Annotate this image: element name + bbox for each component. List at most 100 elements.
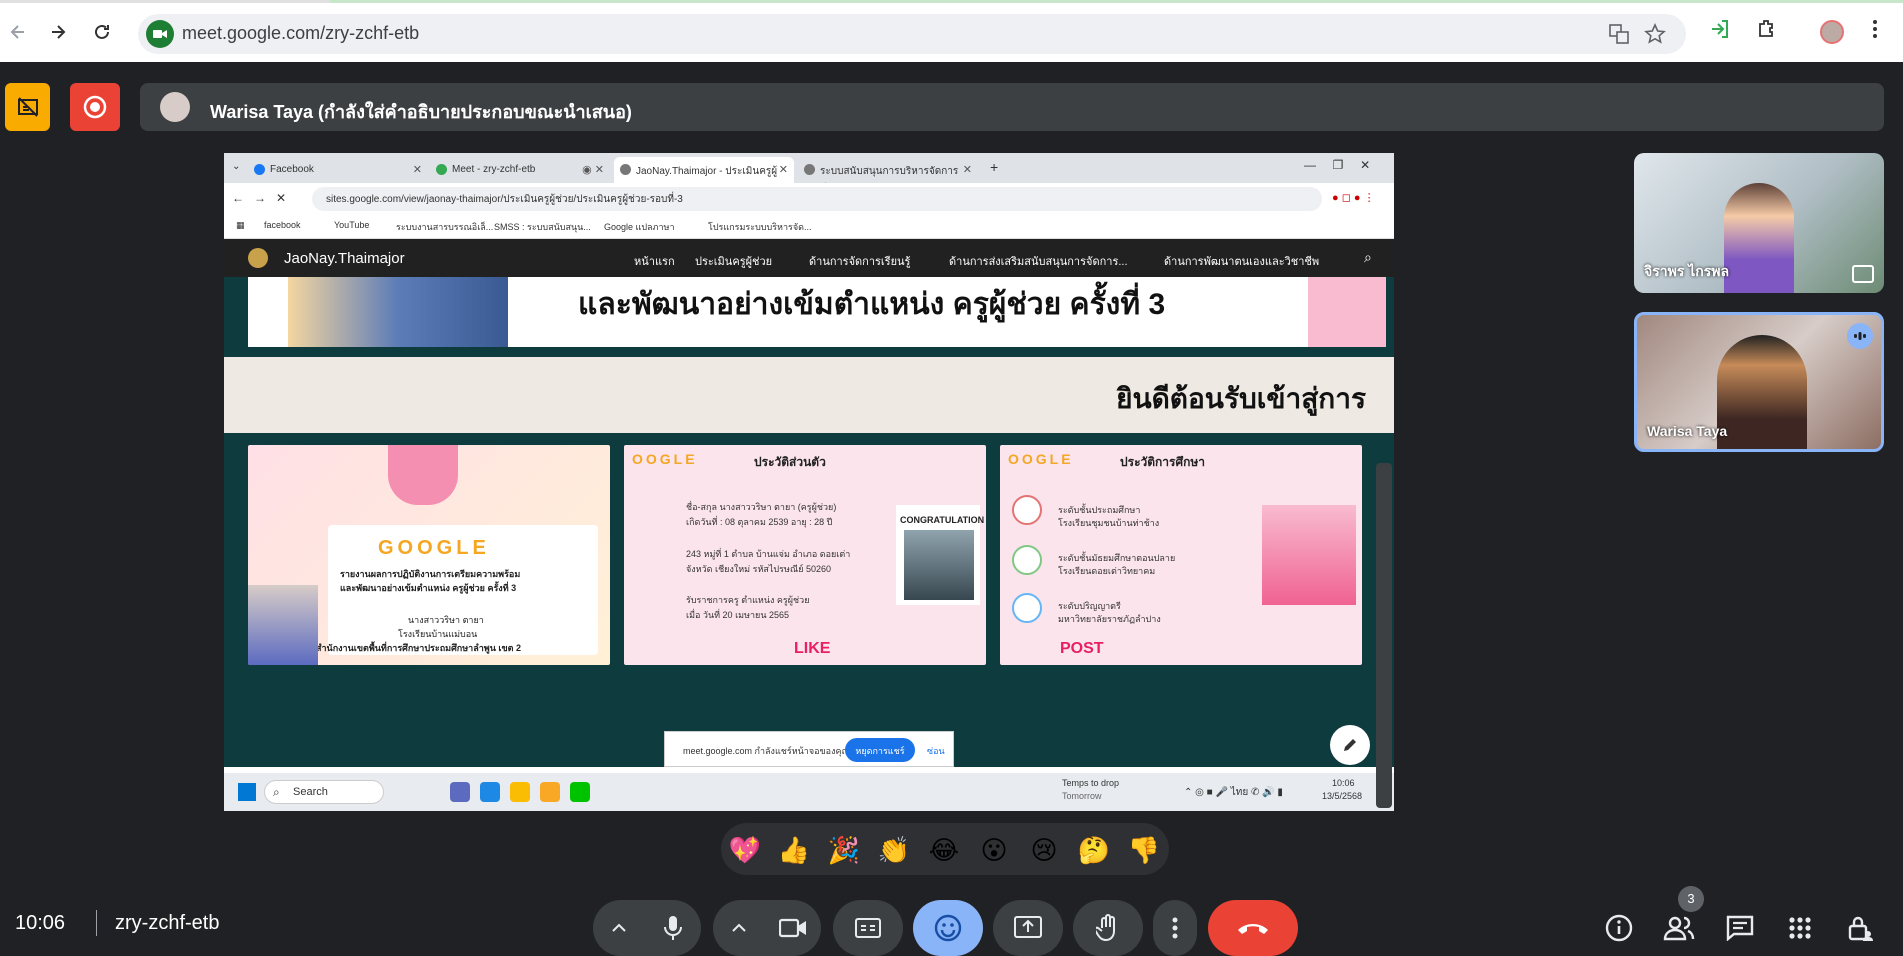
site-nav-item: หน้าแรก [634,256,675,268]
taskbar-line-icon [570,782,590,802]
pencil-icon [1344,739,1356,751]
lock-person-icon [1848,916,1873,941]
shared-tab-jaonay: JaoNay.Thaimajor - ประเมินครูผู้ ✕ [614,157,794,183]
participant-tile[interactable]: จิราพร ไกรพล [1634,153,1884,293]
cover-card: GOOGLE รายงานผลการปฏิบัติงานการเตรียมควา… [248,445,610,665]
host-controls-button[interactable] [1840,908,1880,948]
present-screen-button[interactable] [993,900,1063,956]
apps-grid-icon [1789,917,1811,939]
meeting-info-button[interactable] [1599,908,1639,948]
site-nav-item: ด้านการพัฒนาตนเองและวิชาชีพ [1164,256,1320,268]
education-line: มหาวิทยาลัยราชภัฏลำปาง [1058,614,1161,624]
participant-tile-speaking[interactable]: Warisa Taya [1634,312,1884,452]
meet-site-icon[interactable] [146,20,174,48]
record-icon [83,95,107,119]
recording-indicator-button[interactable] [70,83,120,131]
bookmark-star-icon[interactable] [1644,23,1666,45]
windows-taskbar: ⌕ Search Temps to drop Tomorrow ⌃ ◎ ■ 🎤 … [224,773,1394,811]
chat-button[interactable] [1720,908,1760,948]
reaction-sad[interactable]: 😢 [1024,835,1064,866]
translate-icon[interactable] [1608,23,1630,45]
reaction-clap[interactable]: 👏 [874,835,914,866]
shared-bookmarks-bar: ▦ facebook YouTube ระบบงานสารบรรณอิเล็..… [224,215,1394,239]
extensions-icon[interactable] [1755,18,1777,40]
banner-title: และพัฒนาอย่างเข้มตำแหน่ง ครูผู้ช่วย ครั้… [578,288,1166,321]
browser-menu-icon[interactable] [1872,18,1878,40]
signin-icon[interactable] [1708,18,1730,40]
shared-extension-icons: ● ◻ ● ⋮ [1332,192,1375,204]
more-options-button[interactable] [1153,900,1197,956]
forward-button[interactable] [40,14,76,50]
meeting-clock: 10:06 [15,912,66,934]
reaction-heart[interactable]: 💖 [725,835,765,866]
back-button[interactable] [0,14,36,50]
emoji-icon [934,914,962,942]
reaction-thinking[interactable]: 🤔 [1074,835,1114,866]
taskbar-date: 13/5/2568 [1322,791,1363,801]
bookmark: ระบบงานสารบรรณอิเล็... [396,222,494,232]
shared-address-row: ← → ✕ sites.google.com/view/jaonay-thaim… [224,183,1394,215]
captions-off-indicator-button[interactable] [5,83,50,131]
education-google-logo: OOGLE [1008,451,1074,467]
shared-tab-strip: ⌄ Facebook ✕ Meet - zry-zchf-etb ◉ ✕ JaoNa… [224,153,1394,192]
shared-nav-icons: ← → ✕ [232,191,287,205]
site-edit-pen-button [1330,725,1370,765]
microphone-button[interactable] [645,900,701,956]
education-line: ระดับชั้นมัธยมศึกษาตอนปลาย [1058,553,1176,563]
activities-button[interactable] [1780,908,1820,948]
reaction-laugh[interactable]: 😂 [924,835,964,866]
presenter-avatar [160,92,190,122]
participant-name: Warisa Taya [1647,423,1728,439]
post-sticker: POST [1060,640,1104,657]
captions-off-icon [17,97,38,117]
cover-photo [248,585,318,665]
welcome-text: ยินดีต้อนรับเข้าสู่การ [1116,383,1366,414]
toast-text: meet.google.com กำลังแชร์หน้าจอของคุณ [683,746,850,756]
hide-toast-link: ซ่อน [927,746,945,756]
profile-line: รับราชการครู ตำแหน่ง ครูผู้ช่วย [686,595,810,605]
banner-photo [288,277,508,347]
cover-line: โรงเรียนบ้านแม่บอน [398,629,478,639]
url-text[interactable]: meet.google.com/zry-zchf-etb [182,23,419,44]
taskbar-time: 10:06 [1332,778,1355,788]
pip-icon[interactable] [1852,265,1874,283]
presenter-banner-text: Warisa Taya (กำลังใส่คำอธิบายประกอบขณะนำ… [210,102,632,122]
weather-text: Temps to drop [1062,778,1120,788]
audio-options-button[interactable] [593,900,645,956]
reload-icon [95,24,109,39]
reaction-thumbs-up[interactable]: 👍 [774,835,814,866]
raise-hand-button[interactable] [1073,900,1143,956]
site-name: JaoNay.Thaimajor [284,250,405,267]
emoji-reactions-button[interactable] [913,900,983,956]
people-button[interactable] [1659,908,1699,948]
profile-line: ชื่อ-สกุล นางสาววริษา ตายา (ครูผู้ช่วย) [686,502,837,512]
people-icon [1663,916,1695,941]
captions-button[interactable] [833,900,903,956]
address-bar[interactable]: meet.google.com/zry-zchf-etb [138,14,1686,54]
hand-icon [1096,914,1115,942]
shared-tab-facebook: Facebook ✕ [248,157,428,183]
banner-accent [1308,277,1386,347]
shared-tab-meet: Meet - zry-zchf-etb ◉ ✕ [430,157,610,183]
camera-button[interactable] [765,900,821,956]
reload-button[interactable] [84,14,120,50]
education-icon [1012,545,1042,575]
taskbar-search-text: Search [293,786,328,798]
cover-google-text: GOOGLE [378,537,490,559]
bookmark: facebook [264,220,301,230]
reaction-surprised[interactable]: 😮 [974,835,1014,866]
education-icon [1012,593,1042,623]
windows-start-icon [238,783,256,801]
reaction-party[interactable]: 🎉 [824,835,864,866]
profile-google-logo: OOGLE [632,451,698,467]
speaking-indicator-icon [1847,323,1873,349]
meeting-code[interactable]: zry-zchf-etb [115,912,219,935]
reaction-thumbs-down[interactable]: 👎 [1124,835,1164,866]
video-options-button[interactable] [713,900,765,956]
profile-line: จังหวัด เชียงใหม่ รหัสไปรษณีย์ 50260 [686,564,832,574]
profile-avatar[interactable] [1820,20,1844,44]
school-emblem [388,445,458,505]
leave-call-button[interactable] [1208,900,1298,956]
tray-icons: ⌃ ◎ ■ 🎤 ไทย ✆ 🔊 ▮ [1184,787,1283,798]
profile-photo [904,530,974,600]
